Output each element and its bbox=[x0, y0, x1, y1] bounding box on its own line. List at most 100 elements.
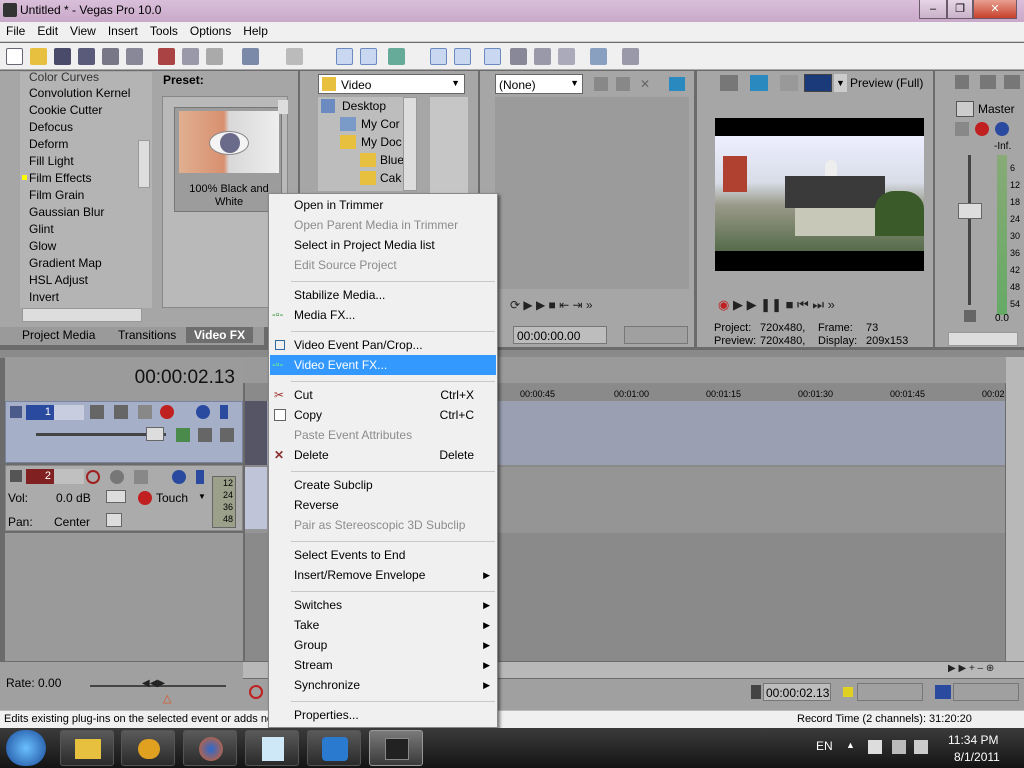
fx-list-hscrollbar[interactable] bbox=[22, 308, 142, 322]
fx-item[interactable]: Fill Light bbox=[29, 154, 74, 168]
properties-icon[interactable] bbox=[126, 48, 143, 65]
language-indicator[interactable]: EN bbox=[816, 739, 833, 753]
fx-item[interactable]: Gaussian Blur bbox=[29, 205, 104, 219]
tray-expand-icon[interactable]: ▲ bbox=[846, 740, 855, 750]
explorer-location-dropdown[interactable]: Video ▼ bbox=[318, 74, 465, 94]
menu-item-create-subclip[interactable]: Create Subclip bbox=[270, 475, 496, 495]
tree-item[interactable]: Blue bbox=[380, 153, 404, 167]
fx-item[interactable]: Glow bbox=[29, 239, 56, 253]
track-fx-plugin-icon[interactable] bbox=[160, 405, 174, 419]
master-properties-icon[interactable] bbox=[955, 75, 969, 89]
rate-slider-thumb[interactable]: ◀◀▶ bbox=[142, 678, 168, 690]
timeline-vscrollbar[interactable] bbox=[1006, 357, 1024, 661]
trimmer-transport[interactable]: ⟳ ▶ ▶ ■ ⇤ ⇥ » bbox=[510, 298, 690, 312]
selection-length-field[interactable] bbox=[953, 683, 1019, 701]
menu-item-reverse[interactable]: Reverse bbox=[270, 495, 496, 515]
burn-cd-icon[interactable] bbox=[590, 48, 607, 65]
project-properties-icon[interactable] bbox=[720, 75, 738, 91]
menu-item-video-event-fx[interactable]: -▫- Video Event FX... bbox=[270, 355, 496, 375]
menu-item-media-fx[interactable]: -▫- Media FX... bbox=[270, 305, 496, 325]
track-mute-icon[interactable] bbox=[196, 405, 210, 419]
volume-slider[interactable] bbox=[106, 490, 126, 503]
menu-item-select-events-to-end[interactable]: Select Events to End bbox=[270, 545, 496, 565]
fx-item[interactable]: Cookie Cutter bbox=[29, 103, 102, 117]
zoom-tool-icon[interactable] bbox=[558, 48, 575, 65]
external-monitor-icon[interactable] bbox=[750, 75, 768, 91]
track-motion-icon[interactable] bbox=[90, 405, 104, 419]
menu-tools[interactable]: Tools bbox=[144, 22, 184, 40]
fx-item[interactable]: Convolution Kernel bbox=[29, 86, 130, 100]
track-fx-icon[interactable] bbox=[134, 470, 148, 484]
track-fx-icon[interactable] bbox=[138, 405, 152, 419]
fx-item[interactable]: Gradient Map bbox=[29, 256, 102, 270]
trimmer-dropdown[interactable]: (None) ▼ bbox=[495, 74, 583, 94]
track-compositing-icon[interactable] bbox=[114, 405, 128, 419]
menu-item-edit-source-project[interactable]: Edit Source Project bbox=[270, 255, 496, 275]
menu-item-group[interactable]: Group ▶ bbox=[270, 635, 496, 655]
menu-view[interactable]: View bbox=[64, 22, 102, 40]
preset-scroll-up[interactable] bbox=[278, 100, 288, 114]
tree-item-desktop[interactable]: Desktop bbox=[342, 99, 386, 113]
record-icon[interactable] bbox=[249, 685, 263, 699]
master-scrollbar[interactable] bbox=[948, 332, 1018, 346]
render-icon[interactable] bbox=[102, 48, 119, 65]
pan-slider[interactable] bbox=[106, 513, 122, 527]
menu-item-switches[interactable]: Switches ▶ bbox=[270, 595, 496, 615]
normal-edit-tool-icon[interactable] bbox=[484, 48, 501, 65]
preview-transport[interactable]: ◉ ▶ ▶ ❚❚ ■ ⏮ ⏭ » bbox=[718, 297, 928, 315]
master-insert-fx-icon[interactable] bbox=[955, 122, 969, 136]
track-collapse-icon[interactable] bbox=[10, 406, 22, 418]
fx-item[interactable]: Film Grain bbox=[29, 188, 84, 202]
media-player-taskbar-icon[interactable] bbox=[121, 730, 175, 766]
cut-icon[interactable] bbox=[158, 48, 175, 65]
menu-item-cut[interactable]: ✂ Cut Ctrl+X bbox=[270, 385, 496, 405]
menu-item-pan-crop[interactable]: Video Event Pan/Crop... bbox=[270, 335, 496, 355]
save-icon[interactable] bbox=[54, 48, 71, 65]
automation-icon[interactable] bbox=[138, 491, 152, 505]
tab-transitions[interactable]: Transitions bbox=[118, 328, 176, 342]
menu-item-copy[interactable]: Copy Ctrl+C bbox=[270, 405, 496, 425]
menu-item-paste-attributes[interactable]: Paste Event Attributes bbox=[270, 425, 496, 445]
redo-icon[interactable] bbox=[286, 48, 303, 65]
ignore-grouping-icon[interactable] bbox=[454, 48, 471, 65]
track-level-thumb[interactable] bbox=[146, 427, 164, 441]
dim-output-icon[interactable] bbox=[1004, 75, 1020, 89]
preview-fx-icon[interactable] bbox=[780, 75, 798, 91]
master-mute-icon[interactable] bbox=[995, 122, 1009, 136]
paste-icon[interactable] bbox=[206, 48, 223, 65]
fx-item[interactable]: Defocus bbox=[29, 120, 73, 134]
menu-item-stabilize-media[interactable]: Stabilize Media... bbox=[270, 285, 496, 305]
audio-event[interactable] bbox=[245, 467, 267, 529]
tab-project-media[interactable]: Project Media bbox=[22, 328, 95, 342]
track-solo-icon[interactable] bbox=[196, 470, 204, 484]
undo-icon[interactable] bbox=[242, 48, 259, 65]
whats-this-help-icon[interactable] bbox=[622, 48, 639, 65]
fx-item[interactable]: HSL Adjust bbox=[29, 273, 88, 287]
menu-item-synchronize[interactable]: Synchronize ▶ bbox=[270, 675, 496, 695]
preview-quality-dropdown[interactable]: ▼ bbox=[834, 74, 847, 92]
clock-time[interactable]: 11:34 PM bbox=[948, 733, 998, 747]
fx-list-scrollbar[interactable] bbox=[138, 140, 150, 188]
arm-record-icon[interactable] bbox=[86, 470, 100, 484]
fx-item[interactable]: Color Curves bbox=[29, 70, 99, 84]
menu-item-take[interactable]: Take ▶ bbox=[270, 615, 496, 635]
menu-item-open-in-trimmer[interactable]: Open in Trimmer bbox=[270, 195, 496, 215]
tab-video-fx[interactable]: Video FX bbox=[186, 327, 254, 343]
explorer-taskbar-icon[interactable] bbox=[60, 730, 114, 766]
track-mute-icon[interactable] bbox=[172, 470, 186, 484]
make-child-icon[interactable] bbox=[220, 428, 234, 442]
master-fader[interactable] bbox=[958, 203, 982, 219]
trimmer-fx-icon[interactable] bbox=[616, 77, 630, 91]
minimize-button[interactable]: – bbox=[919, 0, 947, 19]
menu-item-select-in-project-media[interactable]: Select in Project Media list bbox=[270, 235, 496, 255]
trimmer-add-icon[interactable] bbox=[594, 77, 608, 91]
auto-crossfade-icon[interactable] bbox=[360, 48, 377, 65]
volume-icon[interactable] bbox=[914, 740, 928, 754]
automation-mode[interactable]: Touch bbox=[156, 491, 188, 505]
maximize-button[interactable]: ❐ bbox=[947, 0, 973, 19]
menu-item-properties[interactable]: Properties... bbox=[270, 705, 496, 725]
master-fx-icon[interactable] bbox=[975, 122, 989, 136]
split-screen-icon[interactable] bbox=[804, 74, 832, 92]
track-name-field[interactable] bbox=[54, 469, 84, 484]
make-parent-icon[interactable] bbox=[198, 428, 212, 442]
